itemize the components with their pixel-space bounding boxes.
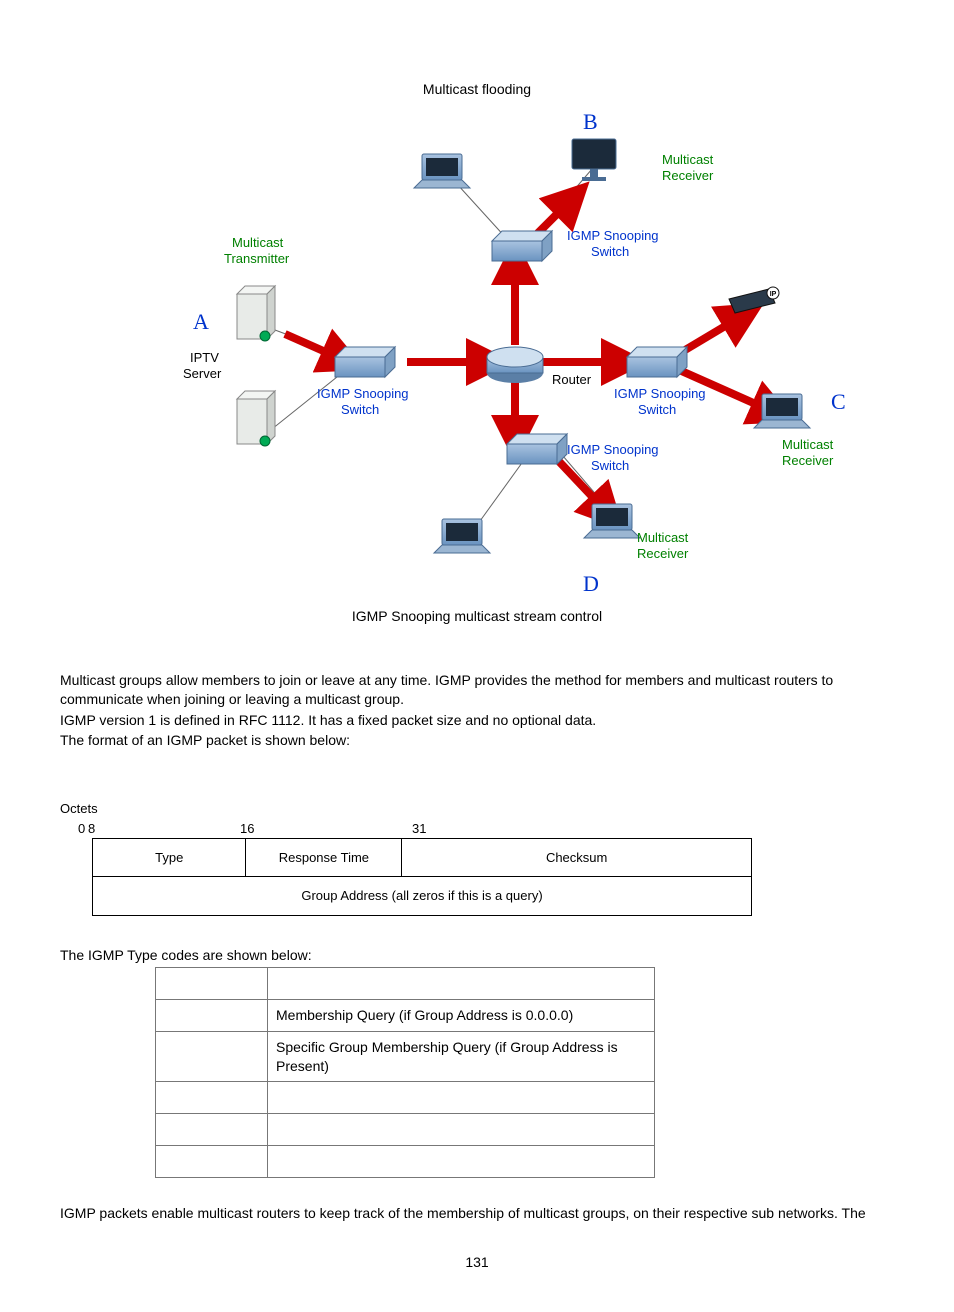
table-row: Membership Query (if Group Address is 0.…: [156, 999, 655, 1031]
iptv-label-2: Server: [183, 365, 221, 383]
bit-16: 16: [240, 820, 254, 838]
laptop-icon: [414, 154, 470, 188]
multicast-rx-b2: Receiver: [662, 167, 713, 185]
switch-icon: [507, 434, 567, 464]
type-codes-table: Membership Query (if Group Address is 0.…: [155, 967, 655, 1178]
desc-cell: [268, 1082, 655, 1114]
code-cell: [156, 1082, 268, 1114]
desc-cell: [268, 1146, 655, 1178]
page-number: 131: [60, 1253, 894, 1272]
paragraph-1: Multicast groups allow members to join o…: [60, 671, 894, 709]
packet-format: Octets 0 8 16 31 Type Response Time Chec…: [60, 800, 894, 916]
multicast-rx-d2: Receiver: [637, 545, 688, 563]
paragraph-3: The format of an IGMP packet is shown be…: [60, 731, 894, 750]
diagram-svg: IP: [117, 109, 837, 599]
code-cell: [156, 967, 268, 999]
bit-31: 31: [412, 820, 426, 838]
router-icon: [487, 347, 543, 383]
multicast-rx-b1: Multicast: [662, 151, 713, 169]
table-row: [156, 1082, 655, 1114]
router-label: Router: [552, 371, 591, 389]
figure1-caption: Multicast flooding: [60, 80, 894, 99]
code-cell: [156, 1146, 268, 1178]
table-row: [156, 1114, 655, 1146]
node-label-A: A: [193, 307, 209, 337]
desc-cell: [268, 967, 655, 999]
multicast-rx-c1: Multicast: [782, 436, 833, 454]
igmp-d2: Switch: [591, 457, 629, 475]
cell-checksum: Checksum: [402, 838, 752, 877]
paragraph-2: IGMP version 1 is defined in RFC 1112. I…: [60, 711, 894, 730]
desc-cell: Membership Query (if Group Address is 0.…: [268, 999, 655, 1031]
igmp-b2: Switch: [591, 243, 629, 261]
ipphone-icon: IP: [729, 287, 779, 313]
igmp-c1: IGMP Snooping: [614, 385, 706, 403]
server-icon: [237, 286, 275, 341]
monitor-icon: [572, 139, 616, 181]
type-codes-title: The IGMP Type codes are shown below:: [60, 946, 894, 965]
table-row: [156, 1146, 655, 1178]
switch-icon: [335, 347, 395, 377]
desc-cell: [268, 1114, 655, 1146]
type-codes-section: The IGMP Type codes are shown below: Mem…: [60, 946, 894, 1178]
code-cell: [156, 1031, 268, 1082]
node-label-D: D: [583, 569, 599, 599]
laptop-icon: [754, 394, 810, 428]
table-row: [156, 967, 655, 999]
switch-icon: [627, 347, 687, 377]
multicast-rx-c2: Receiver: [782, 452, 833, 470]
svg-text:IP: IP: [770, 291, 777, 298]
desc-cell: Specific Group Membership Query (if Grou…: [268, 1031, 655, 1082]
bit-8: 8: [88, 820, 95, 838]
code-cell: [156, 999, 268, 1031]
laptop-icon: [434, 519, 490, 553]
code-cell: [156, 1114, 268, 1146]
igmp-c2: Switch: [638, 401, 676, 419]
packet-table: Type Response Time Checksum Group Addres…: [92, 838, 752, 916]
switch-icon: [492, 231, 552, 261]
bit-0: 0: [78, 820, 85, 838]
igmp-a1: IGMP Snooping: [317, 385, 409, 403]
igmp-d1: IGMP Snooping: [567, 441, 659, 459]
octets-title: Octets: [60, 800, 894, 818]
table-row: Specific Group Membership Query (if Grou…: [156, 1031, 655, 1082]
figure2-caption: IGMP Snooping multicast stream control: [60, 607, 894, 626]
node-label-B: B: [583, 107, 598, 137]
igmp-a2: Switch: [341, 401, 379, 419]
document-page: Multicast flooding: [0, 0, 954, 1312]
cell-type: Type: [93, 838, 246, 877]
iptv-label-1: IPTV: [190, 349, 219, 367]
bit-labels: 0 8 16 31: [60, 820, 894, 836]
node-label-C: C: [831, 387, 846, 417]
multicast-tx-1: Multicast: [232, 234, 283, 252]
multicast-rx-d1: Multicast: [637, 529, 688, 547]
closing-text: IGMP packets enable multicast routers to…: [60, 1204, 894, 1223]
cell-response-time: Response Time: [246, 838, 402, 877]
igmp-b1: IGMP Snooping: [567, 227, 659, 245]
server-icon: [237, 391, 275, 446]
cell-group-address: Group Address (all zeros if this is a qu…: [93, 877, 752, 916]
body-text: Multicast groups allow members to join o…: [60, 671, 894, 751]
laptop-icon: [584, 504, 640, 538]
network-diagram: IP A B C D IPTV Server Multicast Transmi…: [117, 109, 837, 599]
multicast-tx-2: Transmitter: [224, 250, 289, 268]
